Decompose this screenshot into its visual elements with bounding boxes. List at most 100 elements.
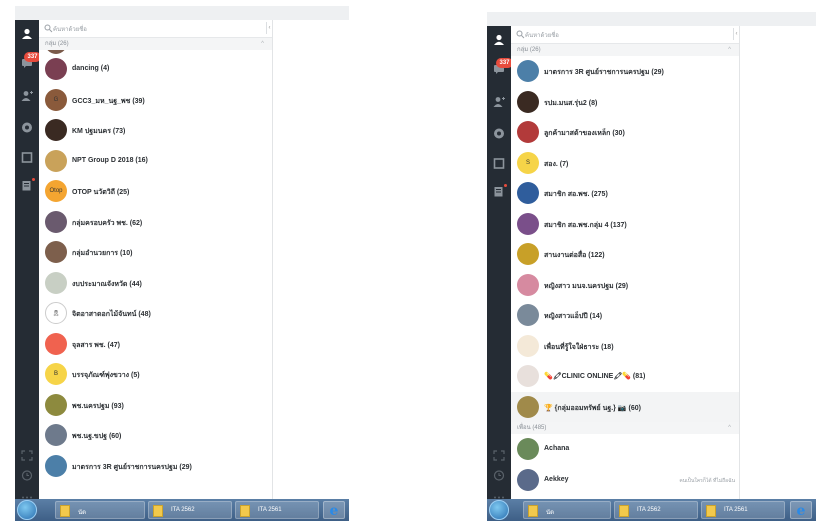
status-message: คนเป็นใครก็ได้ ที่ไม่ถือฉัน — [679, 477, 735, 484]
list-item[interactable]: มาตรการ 3R ศูนย์ราชการนครปฐม (29) — [511, 56, 739, 87]
avatar — [45, 241, 67, 263]
list-item[interactable]: พช.นฐ.ขปฐ (60) — [39, 420, 272, 451]
taskbar-item-3[interactable]: ITA 2561 — [235, 501, 319, 519]
taskbar-item-2[interactable]: ITA 2562 — [148, 501, 232, 519]
list-item[interactable]: สมาชิก สอ.พช. (275) — [511, 178, 739, 209]
taskbar-item-1[interactable]: นัด — [523, 501, 611, 519]
start-button[interactable] — [489, 500, 509, 520]
list-item[interactable]: Otop OTOP นวัตวิถี (25) — [39, 176, 272, 207]
avatar — [517, 212, 539, 235]
list-item[interactable]: กลุ่มอำนวยการ (10) — [39, 237, 272, 268]
collapse-arrow-icon[interactable]: ‹ — [266, 22, 272, 34]
title-bar — [15, 6, 349, 20]
friends-section-header[interactable]: เพื่อน (485) ^ — [511, 422, 739, 434]
add-friend-icon[interactable] — [21, 90, 33, 101]
avatar — [517, 90, 539, 113]
list-item[interactable]: Aekkey คนเป็นใครก็ได้ ที่ไม่ถือฉัน — [511, 465, 739, 496]
taskbar-label: นัด — [78, 510, 86, 516]
list-item[interactable]: NPT Group D 2018 (16) — [39, 146, 272, 177]
item-name: งบประมาณจังหวัด (44) — [72, 280, 142, 288]
list-item[interactable]: หญิงสาวแอ็ปปี (14) — [511, 300, 739, 331]
caret-up-icon: ^ — [728, 47, 731, 53]
item-name: บรรจุภัณฑ์พุ่งขวาง (5) — [72, 372, 140, 379]
avatar — [517, 468, 539, 491]
list-item[interactable]: 🎗 จิตอาสาดอกไม้จันทน์ (48) — [39, 298, 272, 329]
list-item[interactable]: dancing (4) — [39, 54, 272, 85]
group-section-header[interactable]: กลุ่ม (26) ^ — [511, 44, 739, 56]
item-name: 🏆 {กลุ่มออมทรัพย์ นฐ.} 📷 (60) — [544, 404, 641, 412]
friends-icon[interactable] — [21, 28, 33, 39]
contact-list: ค้นหาด้วยชื่อ ‹ กลุ่ม (26) ^ มาตรการ 3R ศ… — [511, 26, 740, 499]
clock-icon[interactable] — [493, 470, 505, 481]
ie-icon[interactable]: e — [323, 501, 345, 519]
caret-up-icon: ^ — [728, 425, 731, 431]
taskbar-label: นัด — [546, 510, 554, 516]
right-line-window: 337 ค้นหาด้วยชื่อ ‹ กลุ่ม (26) ^ มาตรการ … — [487, 12, 816, 521]
timeline-icon[interactable] — [21, 122, 33, 133]
ie-icon[interactable]: e — [790, 501, 812, 519]
avatar — [517, 365, 539, 387]
avatar: Otop — [45, 180, 67, 202]
list-item[interactable]: จุลสาร พช. (47) — [39, 329, 272, 360]
avatar — [517, 60, 539, 82]
item-name: สมาชิก สอ.พช. (275) — [544, 191, 608, 198]
avatar — [45, 393, 67, 416]
list-item[interactable]: เพื่อนที่รู้ใจใฝ่ธาระ (18) — [511, 331, 739, 362]
folder-icon — [60, 505, 70, 517]
clock-icon[interactable] — [21, 470, 33, 481]
taskbar-item-2[interactable]: ITA 2562 — [614, 501, 698, 519]
start-button[interactable] — [17, 500, 37, 520]
notes-icon[interactable] — [21, 180, 33, 191]
folder-icon — [153, 505, 163, 517]
item-name: ลูกค้ามาสด้าของเหล็ก (30) — [544, 130, 625, 137]
notes-icon[interactable] — [493, 186, 505, 197]
item-name: สานงานต่อสื่อ (122) — [544, 252, 605, 259]
list-item[interactable]: สมาชิก สอ.พช.กลุ่ม 4 (137) — [511, 209, 739, 240]
list-item[interactable]: งบประมาณจังหวัด (44) — [39, 268, 272, 299]
avatar — [517, 121, 539, 143]
search-bar[interactable]: ค้นหาด้วยชื่อ ‹ — [39, 20, 272, 38]
add-friend-icon[interactable] — [493, 96, 505, 107]
list-item-highlighted[interactable]: 🏆 {กลุ่มออมทรัพย์ นฐ.} 📷 (60) — [511, 391, 739, 422]
list-item[interactable]: หญิงสาว มนจ.นครปฐม (29) — [511, 270, 739, 301]
keep-icon[interactable] — [493, 158, 505, 169]
list-item[interactable]: รปม.มนส.รุ่น2 (8) — [511, 87, 739, 118]
list-item[interactable]: B บรรจุภัณฑ์พุ่งขวาง (5) — [39, 359, 272, 390]
search-bar[interactable]: ค้นหาด้วยชื่อ ‹ — [511, 26, 739, 44]
friends-icon[interactable] — [493, 34, 505, 45]
windows-taskbar: นัด ITA 2562 ITA 2561 e — [15, 499, 349, 521]
item-name: dancing (4) — [72, 65, 110, 72]
item-name: Aekkey — [544, 475, 569, 483]
list-item[interactable]: ลูกค้ามาสด้าของเหล็ก (30) — [511, 117, 739, 148]
avatar: S — [517, 151, 539, 174]
list-item[interactable]: มาตรการ 3R ศูนย์ราชการนครปฐม (29) — [39, 451, 272, 482]
list-item[interactable]: พช.นครปฐม (93) — [39, 390, 272, 421]
list-item[interactable]: G GCC3_มห_นฐ_พช (39) — [39, 85, 272, 116]
sidebar: 337 — [15, 20, 41, 499]
item-name: 💊🖍CLINIC ONLINE🖍💊 (81) — [544, 373, 646, 380]
avatar — [517, 438, 539, 460]
list-item[interactable]: KM ปฐมนคร (73) — [39, 115, 272, 146]
screenshot-icon[interactable] — [493, 450, 505, 461]
taskbar-item-3[interactable]: ITA 2561 — [701, 501, 785, 519]
avatar — [517, 395, 539, 418]
avatar — [517, 273, 539, 296]
list-item[interactable]: 💊🖍CLINIC ONLINE🖍💊 (81) — [511, 361, 739, 392]
friends-section-label: เพื่อน (485) — [517, 425, 547, 431]
screenshot-icon[interactable] — [21, 450, 33, 461]
timeline-icon[interactable] — [493, 128, 505, 139]
list-item[interactable]: สานงานต่อสื่อ (122) — [511, 239, 739, 270]
taskbar-label: ITA 2561 — [258, 507, 282, 513]
taskbar-label: ITA 2562 — [171, 507, 195, 513]
keep-icon[interactable] — [21, 152, 33, 163]
taskbar-label: ITA 2562 — [637, 507, 661, 513]
list-item[interactable]: Achana — [511, 434, 739, 465]
list-item[interactable]: กลุ่มครอบครัว พช. (62) — [39, 207, 272, 238]
avatar: 🎗 — [45, 302, 67, 324]
avatar — [517, 243, 539, 265]
list-item[interactable]: S สอง. (7) — [511, 148, 739, 179]
taskbar-item-1[interactable]: นัด — [55, 501, 145, 519]
collapse-arrow-icon[interactable]: ‹ — [733, 28, 739, 40]
group-section-header[interactable]: กลุ่ม (26) ^ — [39, 38, 272, 50]
avatar — [45, 210, 67, 233]
